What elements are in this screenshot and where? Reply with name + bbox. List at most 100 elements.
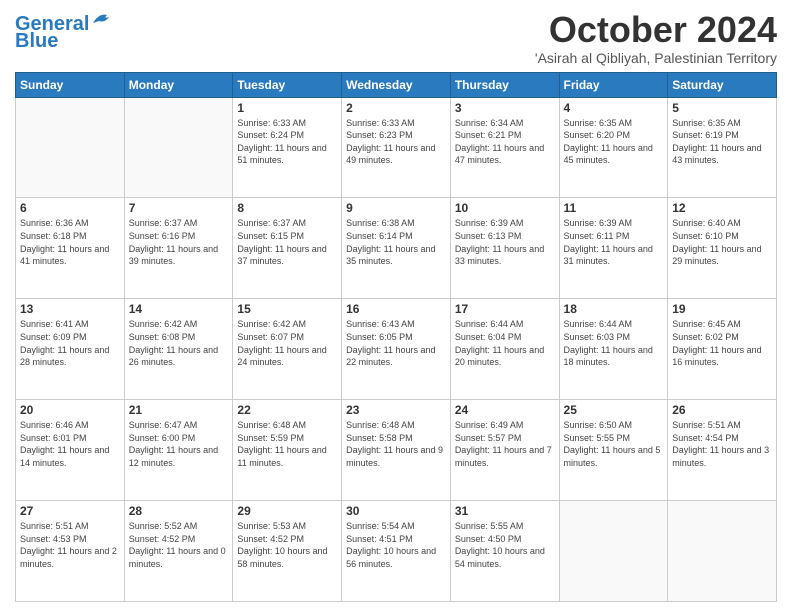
col-thursday: Thursday bbox=[450, 72, 559, 97]
day-info: Sunrise: 6:39 AMSunset: 6:13 PMDaylight:… bbox=[455, 217, 555, 267]
logo-blue: Blue bbox=[15, 30, 58, 53]
location-title: 'Asirah al Qibliyah, Palestinian Territo… bbox=[535, 50, 777, 66]
calendar-cell: 17Sunrise: 6:44 AMSunset: 6:04 PMDayligh… bbox=[450, 299, 559, 400]
calendar-cell: 10Sunrise: 6:39 AMSunset: 6:13 PMDayligh… bbox=[450, 198, 559, 299]
day-info: Sunrise: 6:41 AMSunset: 6:09 PMDaylight:… bbox=[20, 318, 120, 368]
day-info: Sunrise: 5:53 AMSunset: 4:52 PMDaylight:… bbox=[237, 520, 337, 570]
calendar-cell: 25Sunrise: 6:50 AMSunset: 5:55 PMDayligh… bbox=[559, 400, 668, 501]
title-section: October 2024 'Asirah al Qibliyah, Palest… bbox=[535, 10, 777, 66]
day-info: Sunrise: 6:48 AMSunset: 5:58 PMDaylight:… bbox=[346, 419, 446, 469]
day-number: 7 bbox=[129, 201, 229, 215]
day-number: 30 bbox=[346, 504, 446, 518]
calendar-cell: 1 Sunrise: 6:33 AMSunset: 6:24 PMDaylight… bbox=[233, 97, 342, 198]
calendar-cell: 7 Sunrise: 6:37 AMSunset: 6:16 PMDaylight… bbox=[124, 198, 233, 299]
day-info: Sunrise: 6:33 AMSunset: 6:24 PMDaylight:… bbox=[237, 117, 337, 167]
day-info: Sunrise: 5:55 AMSunset: 4:50 PMDaylight:… bbox=[455, 520, 555, 570]
calendar-week-5: 27 Sunrise: 5:51 AMSunset: 4:53 PMDayligh… bbox=[16, 501, 777, 602]
calendar-cell: 22 Sunrise: 6:48 AMSunset: 5:59 PMDayligh… bbox=[233, 400, 342, 501]
calendar-cell: 23 Sunrise: 6:48 AMSunset: 5:58 PMDayligh… bbox=[342, 400, 451, 501]
calendar-cell: 4 Sunrise: 6:35 AMSunset: 6:20 PMDaylight… bbox=[559, 97, 668, 198]
day-number: 31 bbox=[455, 504, 555, 518]
calendar-cell: 31 Sunrise: 5:55 AMSunset: 4:50 PMDayligh… bbox=[450, 501, 559, 602]
calendar-cell: 24 Sunrise: 6:49 AMSunset: 5:57 PMDayligh… bbox=[450, 400, 559, 501]
day-number: 2 bbox=[346, 101, 446, 115]
calendar-week-4: 20Sunrise: 6:46 AMSunset: 6:01 PMDayligh… bbox=[16, 400, 777, 501]
calendar-body: 1 Sunrise: 6:33 AMSunset: 6:24 PMDaylight… bbox=[16, 97, 777, 601]
calendar-cell: 8 Sunrise: 6:37 AMSunset: 6:15 PMDaylight… bbox=[233, 198, 342, 299]
calendar-cell: 18Sunrise: 6:44 AMSunset: 6:03 PMDayligh… bbox=[559, 299, 668, 400]
day-info: Sunrise: 6:45 AMSunset: 6:02 PMDaylight:… bbox=[672, 318, 772, 368]
day-info: Sunrise: 6:37 AMSunset: 6:16 PMDaylight:… bbox=[129, 217, 229, 267]
day-number: 28 bbox=[129, 504, 229, 518]
day-number: 9 bbox=[346, 201, 446, 215]
day-number: 20 bbox=[20, 403, 120, 417]
day-info: Sunrise: 5:51 AMSunset: 4:54 PMDaylight:… bbox=[672, 419, 772, 469]
day-info: Sunrise: 6:48 AMSunset: 5:59 PMDaylight:… bbox=[237, 419, 337, 469]
calendar-week-3: 13 Sunrise: 6:41 AMSunset: 6:09 PMDayligh… bbox=[16, 299, 777, 400]
day-number: 1 bbox=[237, 101, 337, 115]
day-number: 16 bbox=[346, 302, 446, 316]
day-info: Sunrise: 6:50 AMSunset: 5:55 PMDaylight:… bbox=[564, 419, 664, 469]
calendar-cell: 27 Sunrise: 5:51 AMSunset: 4:53 PMDayligh… bbox=[16, 501, 125, 602]
day-number: 29 bbox=[237, 504, 337, 518]
day-number: 12 bbox=[672, 201, 772, 215]
col-wednesday: Wednesday bbox=[342, 72, 451, 97]
calendar-cell: 20Sunrise: 6:46 AMSunset: 6:01 PMDayligh… bbox=[16, 400, 125, 501]
col-saturday: Saturday bbox=[668, 72, 777, 97]
day-number: 8 bbox=[237, 201, 337, 215]
calendar-cell bbox=[559, 501, 668, 602]
calendar-cell: 5Sunrise: 6:35 AMSunset: 6:19 PMDaylight… bbox=[668, 97, 777, 198]
day-info: Sunrise: 6:47 AMSunset: 6:00 PMDaylight:… bbox=[129, 419, 229, 469]
page: General Blue October 2024 'Asirah al Qib… bbox=[0, 0, 792, 612]
day-info: Sunrise: 6:37 AMSunset: 6:15 PMDaylight:… bbox=[237, 217, 337, 267]
day-info: Sunrise: 5:51 AMSunset: 4:53 PMDaylight:… bbox=[20, 520, 120, 570]
day-number: 26 bbox=[672, 403, 772, 417]
day-number: 6 bbox=[20, 201, 120, 215]
calendar-week-2: 6Sunrise: 6:36 AMSunset: 6:18 PMDaylight… bbox=[16, 198, 777, 299]
calendar-table: Sunday Monday Tuesday Wednesday Thursday… bbox=[15, 72, 777, 602]
day-info: Sunrise: 6:35 AMSunset: 6:20 PMDaylight:… bbox=[564, 117, 664, 167]
calendar-cell: 21 Sunrise: 6:47 AMSunset: 6:00 PMDayligh… bbox=[124, 400, 233, 501]
calendar-cell: 9Sunrise: 6:38 AMSunset: 6:14 PMDaylight… bbox=[342, 198, 451, 299]
calendar-week-1: 1 Sunrise: 6:33 AMSunset: 6:24 PMDaylight… bbox=[16, 97, 777, 198]
day-number: 13 bbox=[20, 302, 120, 316]
header: General Blue October 2024 'Asirah al Qib… bbox=[15, 10, 777, 66]
day-number: 15 bbox=[237, 302, 337, 316]
calendar-cell: 19 Sunrise: 6:45 AMSunset: 6:02 PMDayligh… bbox=[668, 299, 777, 400]
day-info: Sunrise: 5:54 AMSunset: 4:51 PMDaylight:… bbox=[346, 520, 446, 570]
day-number: 23 bbox=[346, 403, 446, 417]
day-number: 17 bbox=[455, 302, 555, 316]
calendar-cell: 6Sunrise: 6:36 AMSunset: 6:18 PMDaylight… bbox=[16, 198, 125, 299]
calendar-cell: 11 Sunrise: 6:39 AMSunset: 6:11 PMDayligh… bbox=[559, 198, 668, 299]
calendar-cell: 13 Sunrise: 6:41 AMSunset: 6:09 PMDayligh… bbox=[16, 299, 125, 400]
day-info: Sunrise: 6:39 AMSunset: 6:11 PMDaylight:… bbox=[564, 217, 664, 267]
logo-bird-icon bbox=[91, 11, 113, 27]
day-info: Sunrise: 6:33 AMSunset: 6:23 PMDaylight:… bbox=[346, 117, 446, 167]
day-info: Sunrise: 6:49 AMSunset: 5:57 PMDaylight:… bbox=[455, 419, 555, 469]
day-number: 24 bbox=[455, 403, 555, 417]
day-info: Sunrise: 5:52 AMSunset: 4:52 PMDaylight:… bbox=[129, 520, 229, 570]
month-title: October 2024 bbox=[535, 10, 777, 50]
day-number: 14 bbox=[129, 302, 229, 316]
logo: General Blue bbox=[15, 14, 113, 53]
calendar-cell: 30 Sunrise: 5:54 AMSunset: 4:51 PMDayligh… bbox=[342, 501, 451, 602]
calendar-cell: 2 Sunrise: 6:33 AMSunset: 6:23 PMDaylight… bbox=[342, 97, 451, 198]
day-number: 5 bbox=[672, 101, 772, 115]
calendar-header-row: Sunday Monday Tuesday Wednesday Thursday… bbox=[16, 72, 777, 97]
day-number: 4 bbox=[564, 101, 664, 115]
calendar-cell bbox=[124, 97, 233, 198]
day-number: 21 bbox=[129, 403, 229, 417]
calendar-cell: 29 Sunrise: 5:53 AMSunset: 4:52 PMDayligh… bbox=[233, 501, 342, 602]
day-number: 3 bbox=[455, 101, 555, 115]
calendar-cell: 3Sunrise: 6:34 AMSunset: 6:21 PMDaylight… bbox=[450, 97, 559, 198]
day-number: 11 bbox=[564, 201, 664, 215]
col-friday: Friday bbox=[559, 72, 668, 97]
calendar-cell: 12Sunrise: 6:40 AMSunset: 6:10 PMDayligh… bbox=[668, 198, 777, 299]
day-info: Sunrise: 6:42 AMSunset: 6:08 PMDaylight:… bbox=[129, 318, 229, 368]
calendar-cell: 26 Sunrise: 5:51 AMSunset: 4:54 PMDayligh… bbox=[668, 400, 777, 501]
day-number: 27 bbox=[20, 504, 120, 518]
calendar-cell: 14 Sunrise: 6:42 AMSunset: 6:08 PMDayligh… bbox=[124, 299, 233, 400]
calendar-cell: 28 Sunrise: 5:52 AMSunset: 4:52 PMDayligh… bbox=[124, 501, 233, 602]
day-number: 22 bbox=[237, 403, 337, 417]
day-number: 19 bbox=[672, 302, 772, 316]
